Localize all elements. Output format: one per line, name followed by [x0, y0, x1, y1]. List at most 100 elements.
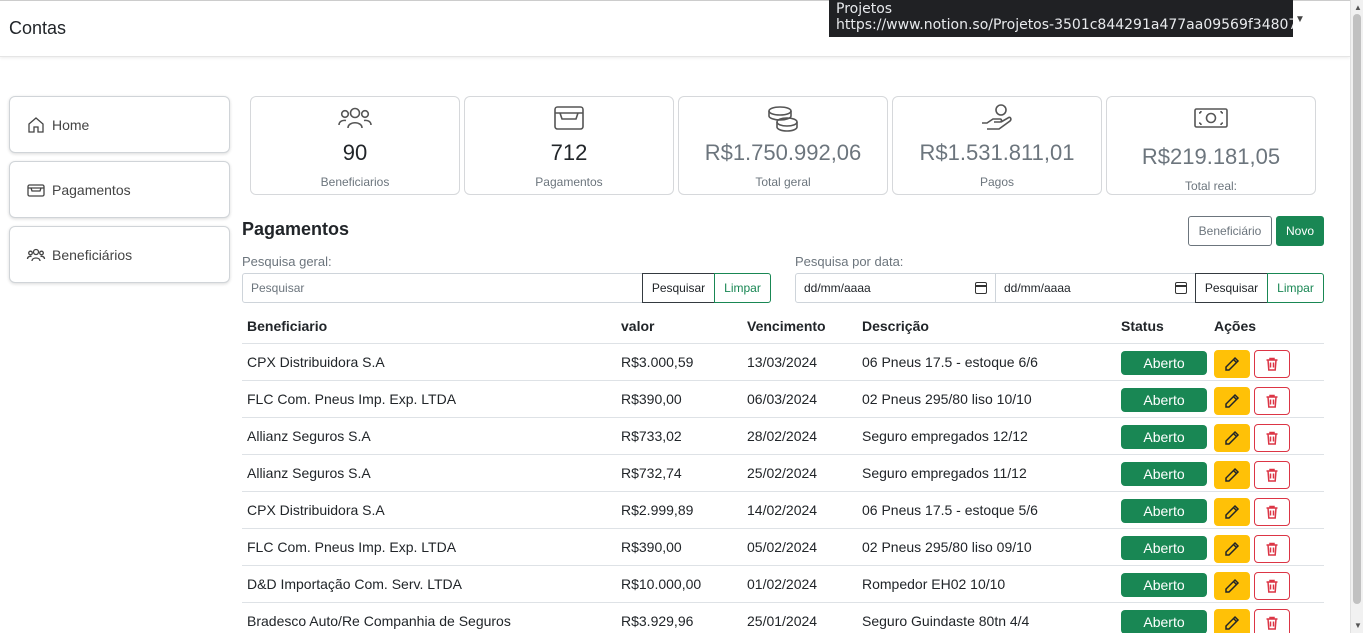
pencil-icon: [1224, 467, 1240, 483]
delete-button[interactable]: [1254, 497, 1290, 526]
caret-down-icon[interactable]: ▼: [1295, 14, 1305, 25]
sidebar-item-beneficiarios[interactable]: Beneficiários: [9, 226, 230, 283]
app-title[interactable]: Contas: [9, 18, 66, 39]
cell-actions: [1209, 528, 1324, 566]
cell-actions: [1209, 417, 1324, 455]
sidebar-item-label: Pagamentos: [52, 181, 131, 198]
trash-icon: [1264, 393, 1280, 409]
delete-button[interactable]: [1254, 571, 1290, 600]
edit-button[interactable]: [1214, 423, 1250, 452]
search-button[interactable]: Pesquisar: [642, 273, 715, 303]
cell-beneficiario: Bradesco Auto/Re Companhia de Seguros: [242, 602, 616, 633]
status-badge: Aberto: [1121, 498, 1207, 523]
date-search-button[interactable]: Pesquisar: [1195, 273, 1268, 303]
column-header: Descrição: [857, 309, 1116, 344]
stat-label: Pagamentos: [535, 175, 603, 189]
edit-button[interactable]: [1214, 386, 1250, 415]
general-search-label: Pesquisa geral:: [242, 254, 332, 269]
edit-button[interactable]: [1214, 349, 1250, 378]
cell-descricao: Seguro empregados 12/12: [857, 417, 1116, 455]
delete-button[interactable]: [1254, 608, 1290, 633]
stat-value: R$219.181,05: [1141, 144, 1281, 169]
trash-icon: [1264, 504, 1280, 520]
date-from-value: dd/mm/aaaa: [804, 281, 871, 295]
beneficiario-button[interactable]: Beneficiário: [1188, 216, 1272, 246]
cell-beneficiario: FLC Com. Pneus Imp. Exp. LTDA: [242, 528, 616, 566]
table-row: Allianz Seguros S.A R$733,02 28/02/2024 Seg…: [242, 417, 1324, 455]
sidebar-item-pagamentos[interactable]: Pagamentos: [9, 161, 230, 218]
cell-beneficiario: Allianz Seguros S.A: [242, 417, 616, 455]
stat-value: 90: [342, 140, 368, 165]
search-input[interactable]: Pesquisar: [242, 273, 643, 303]
stat-card-pagamentos: 712 Pagamentos: [464, 96, 674, 195]
table-row: FLC Com. Pneus Imp. Exp. LTDA R$390,00 05/…: [242, 528, 1324, 566]
coins-icon: [768, 106, 798, 132]
people-icon: [338, 107, 372, 129]
hand-coin-icon: [982, 104, 1012, 130]
cell-beneficiario: Allianz Seguros S.A: [242, 454, 616, 492]
trash-icon: [1264, 356, 1280, 372]
column-header: Status: [1116, 309, 1209, 344]
trash-icon: [1264, 467, 1280, 483]
stat-value: R$1.750.992,06: [704, 140, 862, 165]
cell-beneficiario: FLC Com. Pneus Imp. Exp. LTDA: [242, 380, 616, 418]
cell-descricao: 02 Pneus 295/80 liso 10/10: [857, 380, 1116, 418]
edit-button[interactable]: [1214, 497, 1250, 526]
table-row: CPX Distribuidora S.A R$2.999,89 14/02/202…: [242, 491, 1324, 529]
calendar-icon[interactable]: [975, 282, 987, 294]
pencil-icon: [1224, 504, 1240, 520]
home-icon: [28, 116, 44, 133]
scroll-down-arrow-icon[interactable]: ▼: [1354, 621, 1362, 630]
edit-button[interactable]: [1214, 534, 1250, 563]
stat-label: Total geral: [755, 175, 811, 189]
delete-button[interactable]: [1254, 460, 1290, 489]
trash-icon: [1264, 578, 1280, 594]
pencil-icon: [1224, 578, 1240, 594]
delete-button[interactable]: [1254, 386, 1290, 415]
cell-valor: R$2.999,89: [616, 491, 742, 529]
novo-button[interactable]: Novo: [1276, 216, 1324, 246]
date-search-label: Pesquisa por data:: [795, 254, 904, 269]
status-badge: Aberto: [1121, 535, 1207, 560]
cell-descricao: 06 Pneus 17.5 - estoque 5/6: [857, 491, 1116, 529]
people-icon: [26, 248, 46, 261]
cell-actions: [1209, 380, 1324, 418]
date-to-input[interactable]: dd/mm/aaaa: [995, 273, 1196, 303]
table-row: FLC Com. Pneus Imp. Exp. LTDA R$390,00 06/…: [242, 380, 1324, 418]
status-badge: Aberto: [1121, 424, 1207, 449]
calendar-icon[interactable]: [1175, 282, 1187, 294]
delete-button[interactable]: [1254, 534, 1290, 563]
date-from-input[interactable]: dd/mm/aaaa: [795, 273, 996, 303]
link-tooltip: Projetos https://www.notion.so/Projetos-…: [829, 0, 1293, 37]
status-badge: Aberto: [1121, 350, 1207, 375]
scroll-up-arrow-icon[interactable]: ▲: [1354, 3, 1362, 12]
cell-beneficiario: D&D Importação Com. Serv. LTDA: [242, 565, 616, 603]
cell-valor: R$10.000,00: [616, 565, 742, 603]
delete-button[interactable]: [1254, 423, 1290, 452]
status-badge: Aberto: [1121, 572, 1207, 597]
trash-icon: [1264, 430, 1280, 446]
wallet-icon: [554, 106, 584, 130]
cell-valor: R$390,00: [616, 528, 742, 566]
vertical-scrollbar[interactable]: ▲ ▼: [1350, 0, 1363, 633]
edit-button[interactable]: [1214, 608, 1250, 633]
pencil-icon: [1224, 615, 1240, 631]
stat-label: Total real:: [1184, 179, 1238, 193]
sidebar-item-label: Home: [52, 116, 90, 133]
date-clear-button[interactable]: Limpar: [1267, 273, 1324, 303]
stat-value: 712: [550, 140, 588, 165]
edit-button[interactable]: [1214, 571, 1250, 600]
clear-button[interactable]: Limpar: [714, 273, 771, 303]
cell-vencimento: 05/02/2024: [742, 528, 857, 566]
scrollbar-thumb[interactable]: [1353, 14, 1361, 604]
table-row: CPX Distribuidora S.A R$3.000,59 13/03/202…: [242, 343, 1324, 381]
wallet-icon: [27, 183, 45, 197]
cell-status: Aberto: [1116, 343, 1209, 381]
date-to-value: dd/mm/aaaa: [1004, 281, 1071, 295]
cell-vencimento: 28/02/2024: [742, 417, 857, 455]
sidebar-item-home[interactable]: Home: [9, 96, 230, 153]
edit-button[interactable]: [1214, 460, 1250, 489]
status-badge: Aberto: [1121, 387, 1207, 412]
payments-table: Beneficiario valor Vencimento Descrição …: [242, 309, 1324, 633]
delete-button[interactable]: [1254, 349, 1290, 378]
